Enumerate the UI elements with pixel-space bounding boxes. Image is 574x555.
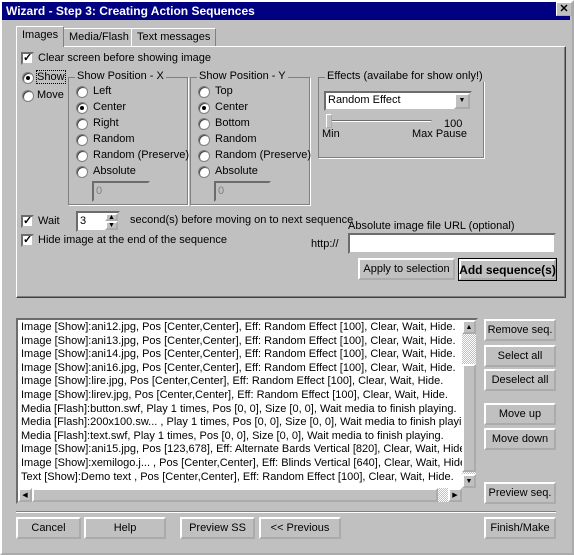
vertical-scroll-thumb[interactable] — [462, 364, 476, 472]
scroll-down-icon[interactable]: ▼ — [462, 474, 476, 488]
vertical-scrollbar[interactable]: ▲ ▼ — [462, 320, 476, 488]
scroll-corner — [462, 488, 476, 502]
spin-up-icon[interactable]: ▲ — [105, 213, 118, 221]
list-item[interactable]: Image [Show]:ani15.jpg, Pos [123,678], E… — [21, 443, 469, 455]
list-item[interactable]: Media [Flash]:text.swf, Play 1 times, Po… — [21, 430, 444, 442]
slider-min-label: Min — [322, 128, 340, 140]
radio-label: Left — [93, 85, 112, 97]
list-item[interactable]: Image [Show]:xemilogo.j... , Pos [Center… — [21, 457, 469, 469]
wait-seconds-value: 3 — [80, 215, 87, 227]
radio-label: Center — [93, 101, 127, 113]
remove-seq-button[interactable]: Remove seq. — [484, 319, 556, 341]
radio-label: Random (Preserve) — [93, 149, 189, 161]
move-label: Move — [37, 89, 64, 101]
scroll-up-icon[interactable]: ▲ — [462, 320, 476, 334]
previous-button[interactable]: << Previous — [259, 517, 341, 539]
wait-checkbox[interactable]: ✓ — [21, 215, 34, 228]
cancel-button[interactable]: Cancel — [16, 517, 81, 539]
spin-down-icon[interactable]: ▼ — [105, 221, 118, 230]
pos-x-radio-random[interactable] — [76, 134, 88, 146]
absolute-y-input[interactable]: 0 — [214, 181, 271, 202]
pos-y-radio-random-preserve[interactable] — [198, 150, 210, 162]
pos-y-radio-random[interactable] — [198, 134, 210, 146]
horizontal-scroll-thumb[interactable] — [32, 488, 438, 502]
position-y-title: Show Position - Y — [197, 70, 288, 82]
tab-media-flash[interactable]: Media/Flash — [63, 28, 135, 47]
apply-to-selection-button[interactable]: Apply to selection — [358, 258, 455, 280]
pos-y-radio-center[interactable] — [198, 102, 210, 114]
radio-label: Absolute — [93, 165, 136, 177]
list-item[interactable]: Image [Show]:lirev.jpg, Pos [Center,Cent… — [21, 389, 448, 401]
radio-label: Random — [215, 133, 257, 145]
pos-x-radio-absolute[interactable] — [76, 166, 88, 178]
list-item[interactable]: Image [Show]:ani14.jpg, Pos [Center,Cent… — [21, 348, 456, 360]
horizontal-scrollbar[interactable]: ◀ ▶ — [18, 488, 462, 502]
deselect-all-button[interactable]: Deselect all — [484, 369, 556, 391]
close-icon: ✕ — [559, 3, 569, 15]
pause-slider-track[interactable] — [328, 120, 432, 123]
list-item[interactable]: Media [Flash]:200x100.sw... , Play 1 tim… — [21, 416, 476, 428]
absolute-x-input[interactable]: 0 — [92, 181, 150, 202]
pos-x-radio-center[interactable] — [76, 102, 88, 114]
wait-suffix: second(s) before moving on to next seque… — [130, 214, 354, 226]
show-radio[interactable] — [22, 72, 34, 84]
radio-label: Center — [215, 101, 249, 113]
radio-label: Random — [93, 133, 135, 145]
effect-selected: Random Effect — [328, 94, 401, 106]
chevron-down-icon[interactable]: ▼ — [454, 93, 470, 109]
slider-max-label: Max Pause — [412, 128, 468, 140]
select-all-button[interactable]: Select all — [484, 345, 556, 367]
title-bar: Wizard - Step 3: Creating Action Sequenc… — [2, 2, 570, 20]
tab-text-messages[interactable]: Text messages — [131, 28, 217, 47]
move-down-button[interactable]: Move down — [484, 428, 556, 450]
pause-slider-thumb[interactable] — [326, 114, 332, 128]
list-item[interactable]: Media [Flash]:button.swf, Play 1 times, … — [21, 403, 457, 415]
show-label: Show — [36, 70, 66, 84]
sequence-list[interactable]: Image [Show]:ani12.jpg, Pos [Center,Cent… — [16, 318, 478, 504]
pos-y-radio-absolute[interactable] — [198, 166, 210, 178]
url-label: Absolute image file URL (optional) — [348, 220, 515, 232]
radio-label: Right — [93, 117, 119, 129]
list-item[interactable]: Text [Show]:Demo text , Pos [Center,Cent… — [21, 471, 454, 483]
pos-x-radio-random-preserve[interactable] — [76, 150, 88, 162]
add-sequences-button[interactable]: Add sequence(s) — [458, 258, 557, 281]
list-item[interactable]: Image [Show]:ani12.jpg, Pos [Center,Cent… — [21, 321, 456, 333]
wait-seconds-spinner[interactable]: 3 ▲ ▼ — [76, 211, 120, 232]
list-item[interactable]: Image [Show]:ani16.jpg, Pos [Center,Cent… — [21, 362, 456, 374]
effects-title: Effects (availabe for show only!) — [325, 70, 485, 82]
move-up-button[interactable]: Move up — [484, 403, 556, 425]
scroll-right-icon[interactable]: ▶ — [448, 488, 462, 502]
pos-y-radio-top[interactable] — [198, 86, 210, 98]
wait-label: Wait — [38, 215, 60, 227]
pos-y-radio-bottom[interactable] — [198, 118, 210, 130]
radio-label: Top — [215, 85, 233, 97]
radio-label: Absolute — [215, 165, 258, 177]
list-item[interactable]: Image [Show]:ani13.jpg, Pos [Center,Cent… — [21, 335, 456, 347]
radio-label: Random (Preserve) — [215, 149, 311, 161]
preview-ss-button[interactable]: Preview SS — [180, 517, 255, 539]
clear-screen-label: Clear screen before showing image — [38, 52, 212, 64]
effect-dropdown[interactable]: Random Effect ▼ — [324, 91, 472, 111]
list-item[interactable]: Image [Show]:lire.jpg, Pos [Center,Cente… — [21, 375, 443, 387]
position-x-title: Show Position - X — [75, 70, 166, 82]
clear-screen-checkbox[interactable]: ✓ — [21, 52, 34, 65]
close-button[interactable]: ✕ — [556, 2, 572, 16]
window-title: Wizard - Step 3: Creating Action Sequenc… — [6, 4, 255, 18]
finish-make-button[interactable]: Finish/Make — [484, 517, 556, 539]
preview-seq-button[interactable]: Preview seq. — [484, 482, 556, 504]
tab-images[interactable]: Images — [16, 26, 65, 47]
url-prefix: http:// — [311, 238, 339, 250]
scroll-left-icon[interactable]: ◀ — [18, 488, 32, 502]
radio-label: Bottom — [215, 117, 250, 129]
help-button[interactable]: Help — [84, 517, 166, 539]
move-radio[interactable] — [22, 90, 34, 102]
url-input[interactable] — [348, 233, 556, 254]
pos-x-radio-left[interactable] — [76, 86, 88, 98]
separator — [16, 511, 556, 513]
hide-image-label: Hide image at the end of the sequence — [38, 234, 227, 246]
pos-x-radio-right[interactable] — [76, 118, 88, 130]
hide-image-checkbox[interactable]: ✓ — [21, 234, 34, 247]
